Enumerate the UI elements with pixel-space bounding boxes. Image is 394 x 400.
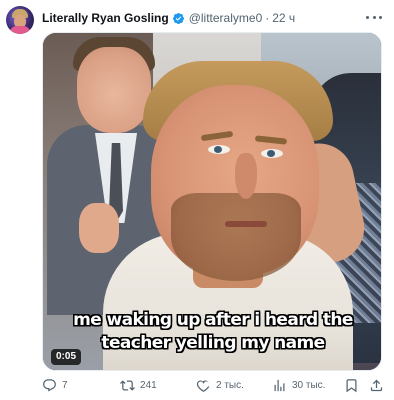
meme-caption: me waking up after i heard the teacher y… — [73, 310, 353, 353]
main-person-right-eye — [261, 149, 283, 158]
action-bar: 7 241 2 тыс. 30 тыс. — [42, 378, 388, 396]
avatar-shirt — [9, 26, 31, 34]
reply-icon — [43, 379, 56, 392]
more-dot — [366, 15, 369, 19]
like-count: 2 тыс. — [216, 380, 244, 391]
reply-button[interactable]: 7 — [42, 378, 68, 393]
verified-badge-icon[interactable] — [172, 12, 185, 25]
bookmark-icon — [346, 379, 357, 393]
tweet-card[interactable]: Literally Ryan Gosling @litteralyme0 · 2… — [0, 0, 394, 400]
views-icon — [274, 379, 285, 392]
reply-count: 7 — [62, 380, 68, 391]
timestamp[interactable]: 22 ч — [272, 11, 295, 25]
more-icon[interactable] — [366, 10, 382, 24]
bookmark-button[interactable] — [344, 378, 364, 393]
video-duration-badge: 0:05 — [51, 349, 82, 365]
retweet-icon — [120, 380, 135, 391]
background-person-hands — [79, 203, 119, 253]
heart-icon — [196, 380, 210, 392]
retweet-count: 241 — [140, 380, 157, 391]
display-name[interactable]: Literally Ryan Gosling — [42, 11, 169, 25]
share-icon — [370, 379, 383, 392]
main-person-nose — [235, 153, 257, 199]
like-button[interactable]: 2 тыс. — [196, 378, 244, 393]
tweet-header: Literally Ryan Gosling @litteralyme0 · 2… — [42, 9, 295, 27]
main-person-beard — [171, 193, 301, 281]
more-dot — [372, 15, 376, 19]
avatar[interactable] — [6, 6, 34, 34]
more-dot — [379, 15, 382, 19]
main-person-mouth — [225, 221, 267, 227]
background-person-head — [77, 47, 151, 133]
video-media[interactable]: me waking up after i heard the teacher y… — [42, 32, 382, 371]
retweet-button[interactable]: 241 — [120, 378, 157, 393]
main-person-left-eye — [208, 145, 230, 154]
separator-dot: · — [265, 11, 270, 25]
share-button[interactable] — [369, 378, 389, 393]
handle[interactable]: @litteralyme0 — [189, 11, 263, 25]
view-count: 30 тыс. — [292, 380, 326, 391]
views-button[interactable]: 30 тыс. — [272, 378, 325, 393]
